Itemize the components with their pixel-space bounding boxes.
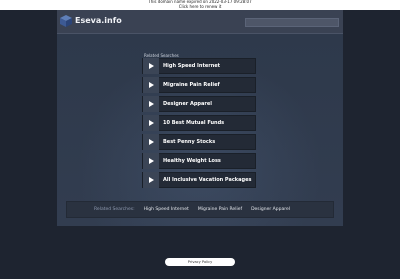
- arrow-box: [143, 153, 159, 169]
- related-link[interactable]: Designer Apparel: [142, 96, 256, 112]
- cube-logo-icon: [60, 15, 72, 27]
- related-link-label: Best Penny Stocks: [163, 139, 216, 145]
- related-link-label: High Speed Internet: [163, 63, 221, 69]
- arrow-box: [143, 134, 159, 150]
- play-arrow-icon: [148, 101, 154, 107]
- bottom-related-bar: Related Searches: High Speed Internet Mi…: [66, 201, 334, 218]
- privacy-policy-button[interactable]: Privacy Policy: [165, 258, 235, 266]
- related-link[interactable]: 10 Best Mutual Funds: [142, 115, 256, 131]
- header: Eseva.info: [57, 10, 343, 34]
- play-arrow-icon: [148, 82, 154, 88]
- play-arrow-icon: [148, 177, 154, 183]
- site-name[interactable]: Eseva.info: [75, 16, 122, 25]
- renew-link[interactable]: Click here to renew it: [0, 4, 400, 10]
- arrow-box: [143, 115, 159, 131]
- search-input[interactable]: [245, 18, 339, 27]
- play-arrow-icon: [148, 63, 154, 69]
- related-links-list: High Speed Internet Migraine Pain Relief…: [142, 58, 256, 191]
- related-link[interactable]: All Inclusive Vacation Packages: [142, 172, 256, 188]
- arrow-box: [143, 58, 159, 74]
- bottom-related-link[interactable]: Migraine Pain Relief: [198, 207, 242, 212]
- arrow-box: [143, 172, 159, 188]
- arrow-box: [143, 96, 159, 112]
- bottom-related-link[interactable]: Designer Apparel: [251, 207, 290, 212]
- arrow-box: [143, 77, 159, 93]
- related-link[interactable]: Migraine Pain Relief: [142, 77, 256, 93]
- play-arrow-icon: [148, 120, 154, 126]
- main-panel: Eseva.info Related Searches High Speed I…: [57, 10, 343, 226]
- bottom-related-label: Related Searches:: [94, 207, 135, 212]
- related-link[interactable]: High Speed Internet: [142, 58, 256, 74]
- play-arrow-icon: [148, 139, 154, 145]
- related-link-label: Designer Apparel: [163, 101, 212, 107]
- related-link-label: All Inclusive Vacation Packages: [163, 177, 252, 183]
- related-link-label: 10 Best Mutual Funds: [163, 120, 225, 126]
- play-arrow-icon: [148, 158, 154, 164]
- bottom-related-link[interactable]: High Speed Internet: [144, 207, 189, 212]
- related-link-label: Migraine Pain Relief: [163, 82, 220, 88]
- related-link-label: Healthy Weight Loss: [163, 158, 221, 164]
- expiry-banner: This domain name expired on 2022-03-17 0…: [0, 0, 400, 10]
- related-link[interactable]: Best Penny Stocks: [142, 134, 256, 150]
- related-link[interactable]: Healthy Weight Loss: [142, 153, 256, 169]
